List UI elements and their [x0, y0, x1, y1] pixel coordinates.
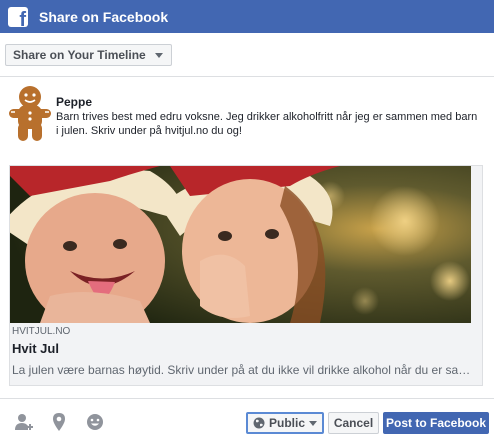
feeling-emoji-icon[interactable]	[84, 411, 106, 433]
post-to-facebook-button[interactable]: Post to Facebook	[383, 412, 489, 434]
link-preview-image	[10, 166, 471, 323]
facebook-logo-icon: f	[8, 6, 28, 27]
gingerbread-man-icon	[9, 86, 51, 141]
dialog-title: Share on Facebook	[39, 8, 169, 25]
footer-divider	[0, 398, 494, 399]
location-pin-icon[interactable]	[48, 411, 70, 433]
link-title: Hvit Jul	[12, 341, 59, 356]
divider	[0, 76, 494, 77]
cancel-button[interactable]: Cancel	[328, 412, 379, 434]
author-name: Peppe	[56, 95, 93, 109]
caret-down-icon	[154, 52, 163, 58]
link-domain: HVITJUL.NO	[12, 326, 71, 337]
dialog-header: f Share on Facebook	[0, 0, 494, 33]
tag-friends-icon[interactable]	[13, 411, 35, 433]
globe-icon	[253, 417, 265, 429]
caret-down-icon	[309, 420, 317, 426]
link-preview-card[interactable]: HVITJUL.NO Hvit Jul La julen være barnas…	[9, 165, 483, 386]
link-description: La julen være barnas høytid. Skriv under…	[12, 363, 478, 377]
share-destination-label: Share on Your Timeline	[13, 48, 146, 62]
privacy-label: Public	[268, 416, 305, 430]
post-message[interactable]: Barn trives best med edru voksne. Jeg dr…	[56, 110, 481, 138]
share-destination-dropdown[interactable]: Share on Your Timeline	[5, 44, 172, 66]
privacy-selector-button[interactable]: Public	[246, 412, 324, 434]
